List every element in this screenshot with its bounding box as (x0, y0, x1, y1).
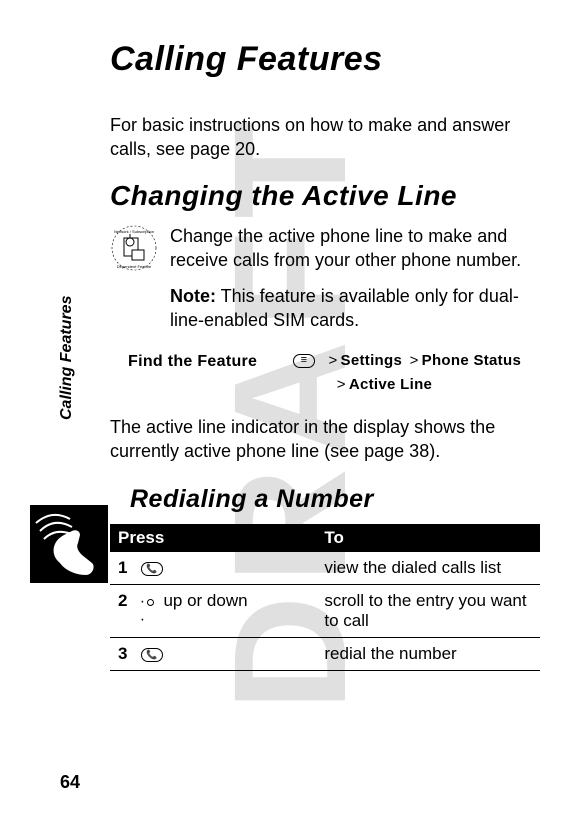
send-key-icon (141, 648, 163, 662)
phone-icon (30, 505, 108, 583)
find-the-feature-row: Find the Feature >Settings >Phone Status… (128, 349, 540, 397)
find-feature-label: Find the Feature (128, 349, 293, 397)
note-paragraph: Note: This feature is available only for… (170, 284, 540, 333)
change-line-paragraph: Change the active phone line to make and… (170, 224, 540, 273)
page-title: Calling Features (110, 40, 540, 79)
page-number: 64 (60, 772, 80, 793)
section-heading-redial: Redialing a Number (130, 485, 540, 514)
side-tab-label: Calling Features (58, 296, 76, 420)
send-key-icon (141, 562, 163, 576)
table-row: 2 up or down scroll to the entry you wan… (110, 585, 540, 638)
intro-paragraph: For basic instructions on how to make an… (110, 113, 540, 162)
table-row: 3 redial the number (110, 638, 540, 671)
table-row: 1 view the dialed calls list (110, 552, 540, 585)
menu-key-icon (293, 354, 315, 368)
find-feature-path: >Settings >Phone Status M>Active Line (293, 349, 521, 397)
svg-text:Dependent Feature: Dependent Feature (117, 264, 152, 269)
redial-steps-table: Press To 1 view the dialed calls list 2 … (110, 524, 540, 671)
section-heading-active-line: Changing the Active Line (110, 180, 540, 212)
svg-text:Network / Subscription: Network / Subscription (114, 229, 154, 234)
table-head-to: To (316, 524, 540, 552)
table-head-press: Press (110, 524, 316, 552)
active-line-indicator-paragraph: The active line indicator in the display… (110, 415, 540, 464)
nav-key-icon (141, 595, 159, 609)
note-label: Note: (170, 286, 216, 306)
note-text: This feature is available only for dual-… (170, 286, 519, 330)
network-subscription-icon: Network / Subscription Dependent Feature (110, 224, 158, 272)
